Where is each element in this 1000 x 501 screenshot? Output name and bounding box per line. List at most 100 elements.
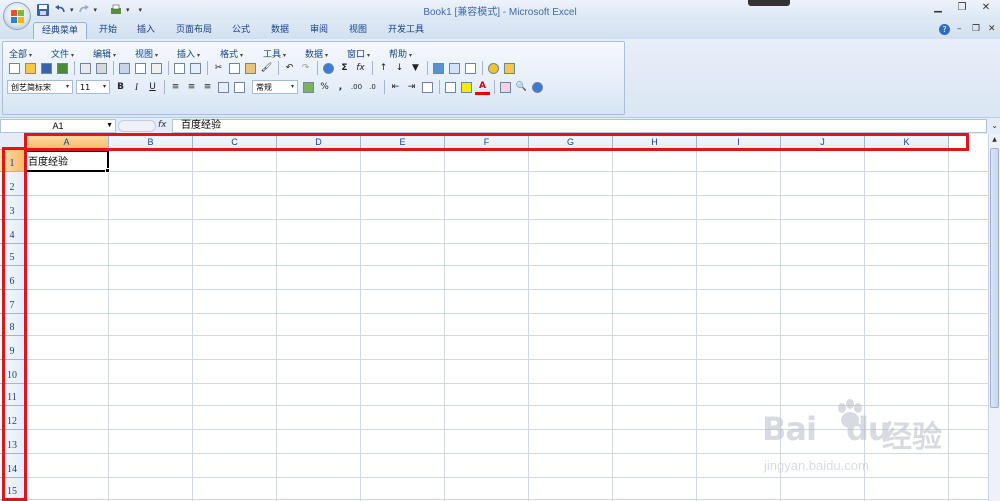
find-icon[interactable]: 🔍: [514, 80, 529, 95]
permission-icon[interactable]: [55, 61, 70, 76]
page-setup-icon[interactable]: [149, 61, 164, 76]
menu-file[interactable]: 文件 ▾: [51, 47, 74, 60]
fill-color-icon[interactable]: [459, 80, 474, 95]
page-preview-icon[interactable]: [133, 61, 148, 76]
menu-label: 数据: [305, 50, 324, 60]
percent-button[interactable]: %: [317, 80, 332, 95]
merge-center-icon[interactable]: [216, 80, 231, 95]
gridline-horizontal: [25, 359, 988, 360]
table-icon[interactable]: [463, 61, 478, 76]
copy-icon[interactable]: [227, 61, 242, 76]
tab-home[interactable]: 开始: [91, 22, 125, 39]
new-file-icon[interactable]: [7, 61, 22, 76]
wrap-text-icon[interactable]: [232, 80, 247, 95]
filter-icon[interactable]: ▼: [408, 61, 423, 76]
redo-icon[interactable]: ↷: [298, 61, 313, 76]
help-icon[interactable]: ?: [939, 24, 950, 35]
tab-data[interactable]: 数据: [263, 22, 297, 39]
font-color-icon[interactable]: A: [475, 80, 490, 95]
format-painter-icon[interactable]: 🖌: [259, 61, 274, 76]
undo-icon[interactable]: ↶: [282, 61, 297, 76]
save-icon[interactable]: [39, 61, 54, 76]
folder-icon[interactable]: [502, 61, 517, 76]
paste-icon[interactable]: [243, 61, 258, 76]
watermark-logo: Bai du: [762, 410, 891, 448]
insert-function-icon[interactable]: fx: [353, 61, 368, 76]
cut-icon[interactable]: ✂: [211, 61, 226, 76]
hyperlink-icon[interactable]: [321, 61, 336, 76]
drawing-icon[interactable]: [447, 61, 462, 76]
gridline-horizontal: [25, 289, 988, 290]
name-box-value: A1: [52, 121, 64, 131]
sort-descending-icon[interactable]: ↓: [392, 61, 407, 76]
menu-label: 格式: [220, 50, 239, 60]
increase-decimal-button[interactable]: .00: [349, 80, 364, 95]
research-icon[interactable]: [188, 61, 203, 76]
tab-view[interactable]: 视图: [341, 22, 375, 39]
print-icon[interactable]: [94, 61, 109, 76]
number-format-value: 常规: [256, 82, 272, 92]
menu-format[interactable]: 格式 ▾: [220, 47, 243, 60]
close-button[interactable]: ✕: [976, 1, 996, 17]
cell-a1[interactable]: 百度经验: [28, 153, 68, 168]
cell-styles-icon[interactable]: [420, 80, 435, 95]
font-name-select[interactable]: 创艺简标宋 ▾: [7, 80, 73, 94]
sort-ascending-icon[interactable]: ↑: [376, 61, 391, 76]
styles-gallery-icon[interactable]: [498, 80, 513, 95]
quick-print-icon[interactable]: [117, 61, 132, 76]
number-format-select[interactable]: 常规 ▾: [252, 80, 298, 94]
open-folder-icon[interactable]: [23, 61, 38, 76]
align-center-icon[interactable]: ≡: [184, 80, 199, 95]
menu-all[interactable]: 全部 ▾: [9, 47, 32, 60]
name-box[interactable]: A1 ▼: [0, 119, 116, 133]
scroll-thumb[interactable]: [990, 148, 999, 408]
increase-indent-icon[interactable]: ⇥: [404, 80, 419, 95]
shapes-icon[interactable]: [486, 61, 501, 76]
borders-icon[interactable]: [443, 80, 458, 95]
currency-icon[interactable]: [301, 80, 316, 95]
menu-insert[interactable]: 插入 ▾: [177, 47, 200, 60]
spelling-icon[interactable]: [172, 61, 187, 76]
italic-button[interactable]: I: [129, 80, 144, 95]
chevron-down-icon: ▾: [290, 83, 294, 90]
formula-input[interactable]: 百度经验: [172, 119, 987, 133]
fill-handle[interactable]: [105, 168, 110, 173]
tab-developer[interactable]: 开发工具: [380, 22, 432, 39]
menu-window[interactable]: 窗口 ▾: [347, 47, 370, 60]
tab-review[interactable]: 审阅: [302, 22, 336, 39]
align-left-icon[interactable]: ≡: [168, 80, 183, 95]
align-right-icon[interactable]: ≡: [200, 80, 215, 95]
menu-data[interactable]: 数据 ▾: [305, 47, 328, 60]
print-preview-icon[interactable]: [78, 61, 93, 76]
insert-function-icon[interactable]: fx: [158, 120, 167, 130]
chart-icon[interactable]: [431, 61, 446, 76]
chevron-down-icon: ▼: [106, 122, 113, 129]
menu-tools[interactable]: 工具 ▾: [263, 47, 286, 60]
ribbon-restore-icon[interactable]: ❐: [972, 24, 980, 34]
expand-formula-bar-icon[interactable]: ⌄: [991, 121, 998, 130]
menu-edit[interactable]: 编辑 ▾: [93, 47, 116, 60]
office-button[interactable]: [3, 2, 31, 30]
tab-classic-menu[interactable]: 经典菜单: [33, 22, 88, 39]
tab-formulas[interactable]: 公式: [224, 22, 258, 39]
help-icon[interactable]: [530, 80, 545, 95]
column-header-highlight: [24, 133, 969, 151]
bold-button[interactable]: B: [113, 80, 128, 95]
tab-page-layout[interactable]: 页面布局: [168, 22, 220, 39]
font-size-select[interactable]: 11 ▾: [76, 80, 110, 94]
decrease-decimal-button[interactable]: .0: [365, 80, 380, 95]
comma-button[interactable]: ,: [333, 80, 348, 95]
decrease-indent-icon[interactable]: ⇤: [388, 80, 403, 95]
scroll-up-icon[interactable]: ▲: [989, 134, 1000, 146]
underline-button[interactable]: U: [145, 80, 160, 95]
formula-bar-handle[interactable]: [118, 120, 156, 132]
autosum-icon[interactable]: Σ: [337, 61, 352, 76]
tab-insert[interactable]: 插入: [129, 22, 163, 39]
ribbon-minimize-icon[interactable]: –: [957, 24, 962, 34]
menu-help[interactable]: 帮助 ▾: [389, 47, 412, 60]
vertical-scrollbar[interactable]: ▲: [988, 134, 1000, 501]
menu-view[interactable]: 视图 ▾: [135, 47, 158, 60]
ribbon-close-icon[interactable]: ✕: [988, 24, 996, 34]
minimize-button[interactable]: ▁: [928, 1, 948, 17]
restore-button[interactable]: ❐: [952, 1, 972, 17]
